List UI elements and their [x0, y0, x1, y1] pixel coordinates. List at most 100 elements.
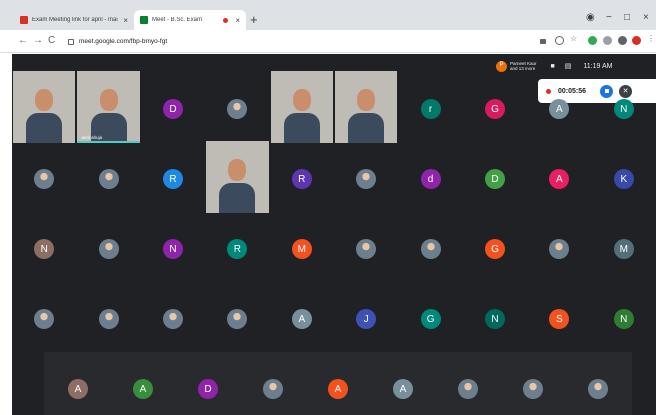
meeting-clock: 11:19 AM	[583, 62, 613, 70]
people-icon[interactable]: ■	[551, 63, 555, 70]
reload-button[interactable]: C	[48, 35, 55, 46]
close-window-button[interactable]: ×	[643, 12, 649, 23]
extension-icon[interactable]	[603, 36, 612, 45]
participant-tile[interactable]	[334, 214, 398, 284]
participant-tile[interactable]: R	[141, 144, 205, 214]
participant-photo-avatar	[263, 379, 283, 399]
participant-tile[interactable]	[527, 214, 591, 284]
tab-strip: Exam Meeting link for april - mai × Meet…	[0, 0, 656, 30]
participant-tile[interactable]: N	[141, 214, 205, 284]
participant-tile[interactable]	[566, 354, 631, 415]
participant-initial-avatar: N	[34, 239, 55, 259]
participant-tile[interactable]	[205, 74, 269, 144]
lock-icon	[68, 38, 74, 45]
participant-initial-avatar: A	[549, 169, 570, 189]
address-bar: ← → C meet.google.com/fbp-bmyo-fgt ☆ ⋮	[0, 30, 656, 53]
participant-tile[interactable]: G	[398, 284, 462, 354]
participant-tile[interactable]: d	[398, 144, 462, 214]
forward-button[interactable]: →	[33, 35, 43, 46]
maximize-button[interactable]: □	[624, 12, 630, 23]
participant-initial-avatar: J	[356, 309, 377, 329]
participant-tile[interactable]	[12, 71, 76, 144]
participant-tile[interactable]	[12, 144, 76, 214]
participants-chip[interactable]: P Parneet Kaur and 13 more	[496, 60, 537, 72]
participant-tile[interactable]: S	[527, 284, 591, 354]
participant-row: AJGNSN	[12, 284, 656, 354]
participant-tile[interactable]: A	[270, 284, 334, 354]
extension-icon[interactable]	[588, 36, 597, 45]
participant-initial-avatar: R	[162, 169, 183, 189]
participant-tile[interactable]: A	[46, 354, 111, 415]
participant-tile[interactable]: D	[463, 144, 527, 214]
tab-close-icon[interactable]: ×	[123, 16, 128, 25]
participant-photo-avatar	[356, 239, 377, 259]
participant-tile[interactable]	[76, 284, 140, 354]
participant-tile[interactable]: K	[592, 144, 656, 214]
participant-tile[interactable]: A	[306, 354, 371, 415]
url-field[interactable]: meet.google.com/fbp-bmyo-fgt	[68, 34, 498, 49]
camera-icon[interactable]	[540, 39, 546, 44]
tab-meet-bsc-exam[interactable]: Meet - B.Sc. Exam ×	[134, 10, 246, 30]
participant-initial-avatar: A	[291, 309, 312, 329]
video-body	[283, 113, 320, 143]
participant-tile[interactable]	[501, 354, 566, 415]
participant-tile[interactable]: G	[463, 214, 527, 284]
video-face	[228, 159, 247, 181]
participant-tile[interactable]	[436, 354, 501, 415]
back-button[interactable]: ←	[18, 35, 28, 46]
participant-tile[interactable]	[76, 214, 140, 284]
participant-tile[interactable]: J	[334, 284, 398, 354]
profile-avatar[interactable]	[632, 36, 641, 45]
account-menu-icon[interactable]: ◉	[586, 12, 595, 23]
chat-icon[interactable]: ▤	[565, 62, 572, 70]
participant-photo-avatar	[34, 309, 55, 329]
participant-tile[interactable]: N	[12, 214, 76, 284]
participant-initial-avatar: G	[420, 309, 441, 329]
participant-initial-avatar: N	[613, 309, 634, 329]
participant-tile[interactable]	[334, 71, 398, 144]
url-text: meet.google.com/fbp-bmyo-fgt	[79, 38, 168, 45]
participant-tile[interactable]	[205, 141, 269, 214]
participant-initial-avatar: D	[162, 99, 183, 119]
participant-tile[interactable]: R	[205, 214, 269, 284]
participant-tile[interactable]	[334, 144, 398, 214]
participant-photo-avatar	[34, 169, 55, 189]
more-menu-icon[interactable]: ⋮	[647, 34, 656, 43]
video-face	[99, 89, 118, 111]
participant-tile[interactable]: A	[527, 74, 591, 144]
new-tab-button[interactable]: +	[250, 12, 258, 27]
minimize-button[interactable]: −	[606, 12, 612, 23]
participant-photo-avatar	[98, 309, 119, 329]
participant-tile[interactable]	[241, 354, 306, 415]
participant-tile[interactable]: amit ahuja	[76, 71, 140, 144]
tab-close-icon[interactable]: ×	[235, 16, 240, 25]
participant-tile[interactable]	[398, 214, 462, 284]
gmail-favicon-icon	[20, 16, 28, 24]
participant-tile[interactable]	[270, 71, 334, 144]
puzzle-icon[interactable]	[618, 36, 627, 45]
participant-tile[interactable]: A	[371, 354, 436, 415]
participant-tile[interactable]: R	[270, 144, 334, 214]
participant-tile[interactable]: N	[592, 74, 656, 144]
participant-tile[interactable]: D	[141, 74, 205, 144]
participant-tile[interactable]: r	[398, 74, 462, 144]
participant-tile[interactable]	[76, 144, 140, 214]
participant-tile[interactable]: G	[463, 74, 527, 144]
participant-tile[interactable]: N	[592, 284, 656, 354]
participant-tile[interactable]: M	[270, 214, 334, 284]
participant-tile[interactable]	[205, 284, 269, 354]
participant-tile[interactable]: N	[463, 284, 527, 354]
participant-tile[interactable]	[141, 284, 205, 354]
participant-tile[interactable]	[12, 284, 76, 354]
tab-exam-meeting-link[interactable]: Exam Meeting link for april - mai ×	[14, 10, 134, 30]
participant-tile[interactable]: D	[176, 354, 241, 415]
participant-tile[interactable]: A	[111, 354, 176, 415]
participant-tile[interactable]: A	[527, 144, 591, 214]
search-icon[interactable]	[555, 36, 564, 45]
video-body	[219, 183, 256, 213]
star-icon[interactable]: ☆	[570, 34, 579, 43]
participant-initial-avatar: r	[420, 99, 441, 119]
meet-stage: P Parneet Kaur and 13 more ■ ▤ 11:19 AM 0…	[12, 54, 656, 415]
participant-tile[interactable]: M	[592, 214, 656, 284]
video-face	[292, 89, 311, 111]
